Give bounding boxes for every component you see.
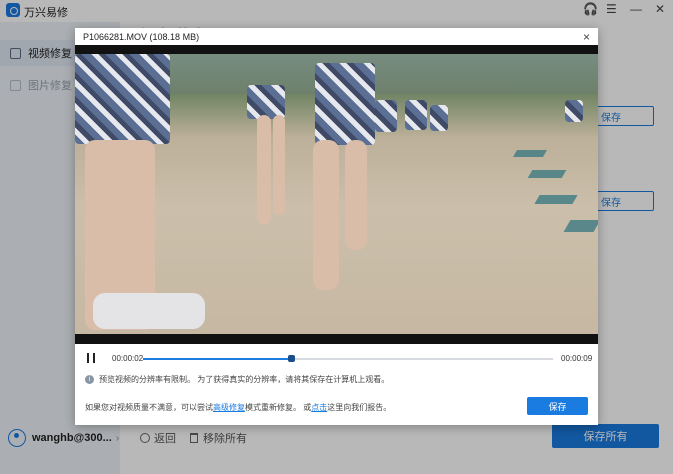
video-preview-dialog: P1066281.MOV (108.18 MB) × 00:00:02 00:0… <box>75 28 598 425</box>
video-frame-person <box>405 100 427 130</box>
video-frame-person <box>315 63 375 145</box>
seek-bar-handle[interactable] <box>287 355 295 362</box>
report-link[interactable]: 点击 <box>311 403 327 412</box>
playback-controls: 00:00:02 00:00:09 <box>75 348 598 370</box>
video-frame-mat <box>563 220 598 232</box>
video-frame-person <box>75 54 170 144</box>
current-time: 00:00:02 <box>112 354 144 363</box>
pause-icon[interactable] <box>87 353 95 363</box>
video-frame-person <box>247 85 285 119</box>
seek-bar-progress <box>143 358 291 360</box>
quality-help-text: 如果您对视频质量不满意，可以尝试高级修复模式重新修复。 或点击这里向我们报告。 <box>85 402 391 413</box>
video-frame-mat <box>527 170 567 178</box>
dialog-title: P1066281.MOV (108.18 MB) <box>83 32 200 42</box>
resolution-notice: i 预览视频的分辨率有限制。 为了获得真实的分辨率，请将其保存在计算机上观看。 <box>85 374 389 385</box>
video-frame-person <box>273 115 285 215</box>
footer-text-middle: 模式重新修复。 或 <box>245 403 312 412</box>
advanced-repair-link[interactable]: 高级修复 <box>213 403 245 412</box>
video-frame-person <box>375 100 397 132</box>
video-letterbox-bottom <box>75 334 598 344</box>
video-frame-person <box>430 105 448 131</box>
footer-text-suffix: 这里向我们报告。 <box>327 403 392 412</box>
total-time: 00:00:09 <box>561 354 593 363</box>
video-frame-person <box>313 140 339 290</box>
seek-bar[interactable] <box>143 355 553 362</box>
info-icon: i <box>85 375 94 384</box>
video-frame-person <box>565 100 583 122</box>
video-letterbox-top <box>75 45 598 54</box>
video-frame-mat <box>512 150 548 157</box>
notice-text: 预览视频的分辨率有限制。 为了获得真实的分辨率，请将其保存在计算机上观看。 <box>99 375 390 384</box>
save-button[interactable]: 保存 <box>527 397 588 415</box>
video-preview[interactable] <box>75 45 598 344</box>
video-frame-person <box>345 140 367 250</box>
video-frame-mat <box>534 195 578 204</box>
footer-text-prefix: 如果您对视频质量不满意，可以尝试 <box>85 403 213 412</box>
close-icon[interactable]: × <box>583 30 590 44</box>
video-frame-person <box>257 115 271 225</box>
video-frame-person <box>93 293 205 329</box>
